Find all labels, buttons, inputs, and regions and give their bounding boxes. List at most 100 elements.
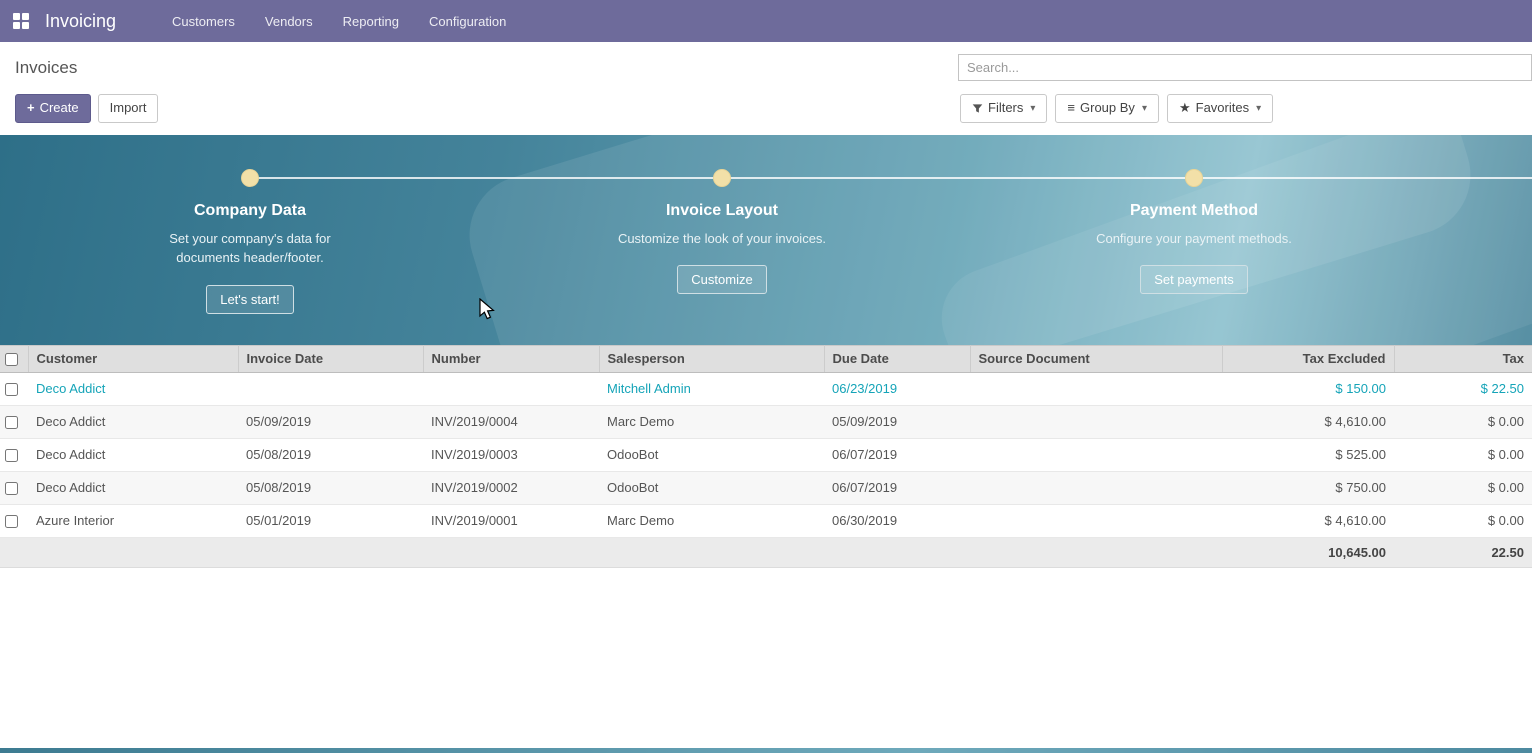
plus-icon: +	[27, 100, 35, 117]
cell-customer: Deco Addict	[28, 372, 238, 405]
cell-customer: Deco Addict	[28, 471, 238, 504]
checkbox-cell	[0, 438, 28, 471]
checkbox-cell	[0, 504, 28, 537]
invoice-table: Customer Invoice Date Number Salesperson…	[0, 345, 1532, 568]
step-title: Invoice Layout	[552, 202, 892, 220]
cell-salesperson: Marc Demo	[599, 504, 824, 537]
column-header-source-document[interactable]: Source Document	[970, 345, 1222, 372]
menu-reporting[interactable]: Reporting	[343, 14, 399, 29]
cell-salesperson: Mitchell Admin	[599, 372, 824, 405]
column-header-number[interactable]: Number	[423, 345, 599, 372]
filter-icon	[972, 103, 983, 114]
cell-invoice-date: 05/01/2019	[238, 504, 423, 537]
cell-tax-excluded: $ 750.00	[1222, 471, 1394, 504]
favorites-button[interactable]: ★ Favorites ▾	[1167, 94, 1273, 123]
search-input[interactable]	[958, 54, 1532, 81]
step-description: Configure your payment methods.	[1082, 229, 1306, 249]
cell-customer: Azure Interior	[28, 504, 238, 537]
checkbox-cell	[0, 372, 28, 405]
onboarding-step-invoice-layout: Invoice Layout Customize the look of you…	[552, 135, 892, 295]
topbar: Invoicing Customers Vendors Reporting Co…	[0, 0, 1532, 42]
caret-down-icon: ▾	[1256, 102, 1261, 115]
select-all-cell	[0, 345, 28, 372]
cell-invoice-date: 05/08/2019	[238, 438, 423, 471]
menu-configuration[interactable]: Configuration	[429, 14, 506, 29]
cell-number: INV/2019/0002	[423, 471, 599, 504]
onboarding-step-payment-method: Payment Method Configure your payment me…	[1024, 135, 1364, 295]
group-by-button[interactable]: ≡ Group By ▾	[1055, 94, 1159, 123]
cell-tax: $ 0.00	[1394, 405, 1532, 438]
cell-source-document	[970, 372, 1222, 405]
row-checkbox[interactable]	[5, 482, 18, 495]
cell-source-document	[970, 471, 1222, 504]
cell-source-document	[970, 438, 1222, 471]
column-header-due-date[interactable]: Due Date	[824, 345, 970, 372]
import-button[interactable]: Import	[98, 94, 159, 123]
filters-button[interactable]: Filters ▾	[960, 94, 1047, 123]
menu-vendors[interactable]: Vendors	[265, 14, 313, 29]
cell-due-date: 06/23/2019	[824, 372, 970, 405]
column-header-tax[interactable]: Tax	[1394, 345, 1532, 372]
create-button[interactable]: + Create	[15, 94, 91, 123]
group-by-button-label: Group By	[1080, 100, 1135, 117]
checkbox-cell	[0, 405, 28, 438]
column-header-tax-excluded[interactable]: Tax Excluded	[1222, 345, 1394, 372]
topbar-menus: Customers Vendors Reporting Configuratio…	[172, 14, 506, 29]
cell-due-date: 06/30/2019	[824, 504, 970, 537]
app-name[interactable]: Invoicing	[45, 11, 116, 32]
table-row[interactable]: Deco Addict 05/09/2019 INV/2019/0004 Mar…	[0, 405, 1532, 438]
cell-salesperson: OdooBot	[599, 471, 824, 504]
cell-invoice-date: 05/09/2019	[238, 405, 423, 438]
cell-tax-excluded: $ 4,610.00	[1222, 504, 1394, 537]
row-checkbox[interactable]	[5, 416, 18, 429]
action-buttons: + Create Import	[0, 81, 958, 135]
table-row[interactable]: Deco Addict Mitchell Admin 06/23/2019 $ …	[0, 372, 1532, 405]
cell-salesperson: OdooBot	[599, 438, 824, 471]
step-title: Payment Method	[1024, 202, 1364, 220]
row-checkbox[interactable]	[5, 383, 18, 396]
caret-down-icon: ▾	[1142, 102, 1147, 115]
lets-start-button[interactable]: Let's start!	[206, 285, 294, 314]
cell-tax-excluded: $ 150.00	[1222, 372, 1394, 405]
step-title: Company Data	[80, 202, 420, 220]
total-tax: 22.50	[1394, 537, 1532, 567]
totals-row: 10,645.00 22.50	[0, 537, 1532, 567]
cell-due-date: 05/09/2019	[824, 405, 970, 438]
menu-customers[interactable]: Customers	[172, 14, 235, 29]
cell-customer: Deco Addict	[28, 405, 238, 438]
totals-spacer	[0, 537, 1222, 567]
cell-source-document	[970, 504, 1222, 537]
facet-buttons: Filters ▾ ≡ Group By ▾ ★ Favorites ▾	[958, 81, 1532, 135]
caret-down-icon: ▾	[1030, 102, 1035, 115]
group-by-icon: ≡	[1067, 100, 1075, 117]
create-button-label: Create	[40, 100, 79, 117]
cell-number	[423, 372, 599, 405]
step-dot	[1185, 169, 1203, 187]
cell-tax: $ 22.50	[1394, 372, 1532, 405]
import-button-label: Import	[110, 100, 147, 117]
cell-number: INV/2019/0001	[423, 504, 599, 537]
column-header-customer[interactable]: Customer	[28, 345, 238, 372]
cell-tax-excluded: $ 525.00	[1222, 438, 1394, 471]
search-box	[958, 54, 1532, 81]
apps-grid-icon[interactable]	[13, 13, 29, 29]
set-payments-button[interactable]: Set payments	[1140, 265, 1248, 294]
select-all-checkbox[interactable]	[5, 353, 18, 366]
step-description: Customize the look of your invoices.	[610, 229, 834, 249]
table-row[interactable]: Azure Interior 05/01/2019 INV/2019/0001 …	[0, 504, 1532, 537]
cell-invoice-date	[238, 372, 423, 405]
cell-tax: $ 0.00	[1394, 471, 1532, 504]
total-tax-excluded: 10,645.00	[1222, 537, 1394, 567]
table-row[interactable]: Deco Addict 05/08/2019 INV/2019/0002 Odo…	[0, 471, 1532, 504]
row-checkbox[interactable]	[5, 449, 18, 462]
table-row[interactable]: Deco Addict 05/08/2019 INV/2019/0003 Odo…	[0, 438, 1532, 471]
cell-tax: $ 0.00	[1394, 438, 1532, 471]
column-header-invoice-date[interactable]: Invoice Date	[238, 345, 423, 372]
column-header-salesperson[interactable]: Salesperson	[599, 345, 824, 372]
cell-tax-excluded: $ 4,610.00	[1222, 405, 1394, 438]
checkbox-cell	[0, 471, 28, 504]
customize-button[interactable]: Customize	[677, 265, 766, 294]
row-checkbox[interactable]	[5, 515, 18, 528]
cell-salesperson: Marc Demo	[599, 405, 824, 438]
onboarding-step-company-data: Company Data Set your company's data for…	[80, 135, 420, 314]
